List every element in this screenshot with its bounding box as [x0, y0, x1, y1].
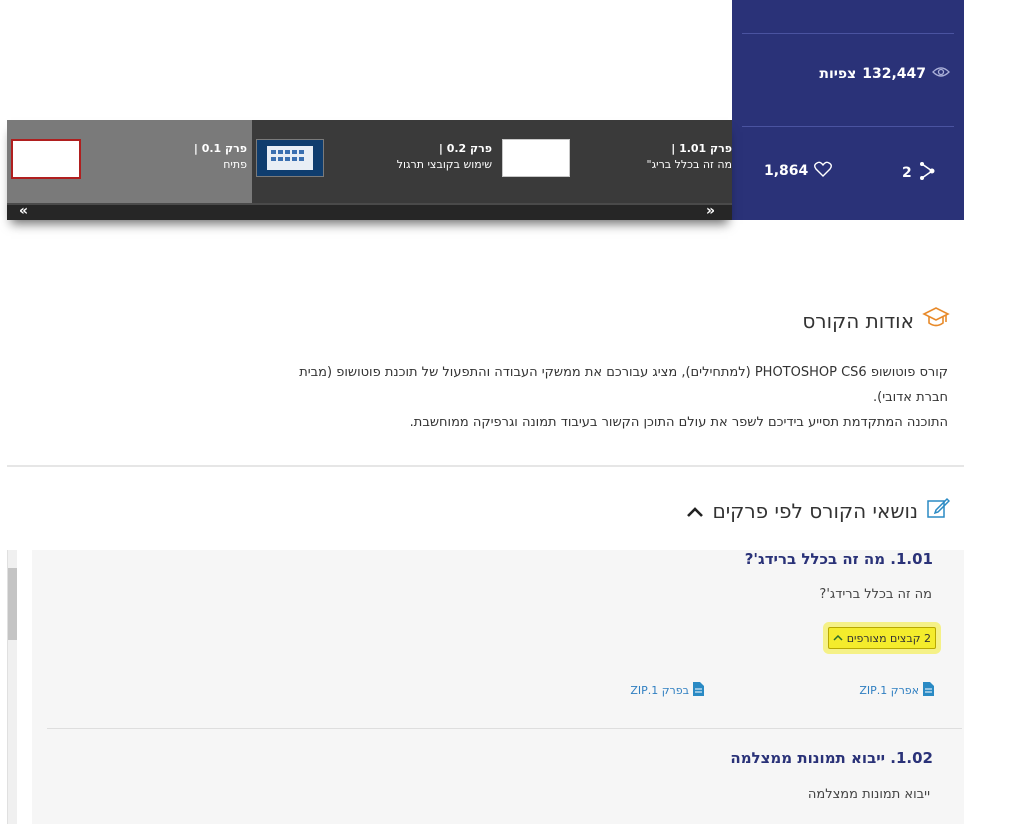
likes-count: 1,864 — [764, 163, 809, 179]
carousel-prev-button[interactable]: « — [19, 203, 28, 220]
carousel-slide[interactable]: פרק 1.01 | מה זה בכלל בריג" — [492, 120, 732, 203]
slide-title: פרק 0.2 | — [438, 142, 492, 155]
lesson-carousel: פרק 0.1 | פתיח פרק 0.2 | שימוש בקובצי תר… — [7, 120, 732, 220]
topics-heading[interactable]: נושאי הקורס לפי פרקים — [686, 496, 951, 525]
about-paragraph: קורס פוטושופ PHOTOSHOP CS6 (למתחילים), מ… — [299, 365, 948, 405]
file-icon — [693, 682, 704, 699]
stats-panel: צפיות 132,447 1,864 2 — [732, 0, 964, 220]
file-name: בפרק 1.ZIP — [630, 684, 689, 697]
share-button[interactable]: 2 — [902, 161, 936, 185]
section-divider — [7, 465, 964, 467]
like-button[interactable]: 1,864 — [764, 161, 833, 181]
slide-subtitle: מה זה בכלל בריג" — [646, 158, 732, 171]
file-name: אפרק 1.ZIP — [859, 684, 919, 697]
slide-subtitle: פתיח — [223, 158, 247, 171]
heart-icon — [814, 161, 833, 181]
carousel-next-button[interactable]: » — [706, 203, 715, 220]
topics-title: נושאי הקורס לפי פרקים — [712, 498, 918, 523]
about-title: אודות הקורס — [802, 308, 914, 333]
lesson-title[interactable]: 1.01. מה זה בכלל ברידג'? — [745, 550, 933, 568]
views-label: צפיות — [819, 66, 857, 82]
page-scrollbar[interactable] — [7, 550, 17, 824]
carousel-slide-active[interactable]: פרק 0.1 | פתיח — [7, 120, 252, 203]
lesson-description: מה זה בכלל ברידג'? — [819, 587, 932, 602]
slide-subtitle: שימוש בקובצי תרגול — [396, 158, 492, 171]
scrollbar-thumb[interactable] — [8, 568, 17, 640]
chevron-up-icon[interactable] — [686, 499, 704, 523]
file-download-link[interactable]: בפרק 1.ZIP — [630, 682, 704, 699]
views-counter: צפיות 132,447 — [819, 66, 950, 82]
attachments-label: 2 קבצים מצורפים — [846, 631, 931, 645]
carousel-slide[interactable]: פרק 0.2 | שימוש בקובצי תרגול — [252, 120, 492, 203]
shares-count: 2 — [902, 165, 912, 181]
slide-title: פרק 1.01 | — [671, 142, 732, 155]
slide-thumbnail[interactable] — [11, 139, 81, 179]
views-count: 132,447 — [862, 66, 926, 82]
about-heading: אודות הקורס — [802, 306, 950, 335]
slide-thumbnail[interactable] — [502, 139, 570, 177]
file-download-link[interactable]: אפרק 1.ZIP — [859, 682, 934, 699]
attachments-toggle[interactable]: 2 קבצים מצורפים — [827, 627, 936, 649]
about-description: קורס פוטושופ PHOTOSHOP CS6 (למתחילים), מ… — [288, 360, 948, 435]
about-paragraph: התוכנה המתקדמת תסייע בידיכם לשפר את עולם… — [409, 415, 948, 430]
share-icon — [918, 161, 936, 185]
carousel-scrollbar[interactable] — [7, 203, 732, 220]
graduation-cap-icon — [922, 306, 950, 335]
file-icon — [923, 682, 934, 699]
lesson-description: ייבוא תמונות ממצלמה — [807, 787, 930, 802]
stats-divider — [742, 126, 954, 127]
edit-icon — [926, 496, 951, 525]
lesson-title[interactable]: 1.02. ייבוא תמונות ממצלמה — [730, 749, 933, 767]
lesson-divider — [47, 728, 962, 729]
stats-divider — [742, 33, 954, 34]
slide-thumbnail[interactable] — [256, 139, 324, 177]
chevron-up-icon — [833, 632, 843, 645]
eye-icon — [932, 66, 950, 82]
slide-title: פרק 0.1 | — [193, 142, 247, 155]
